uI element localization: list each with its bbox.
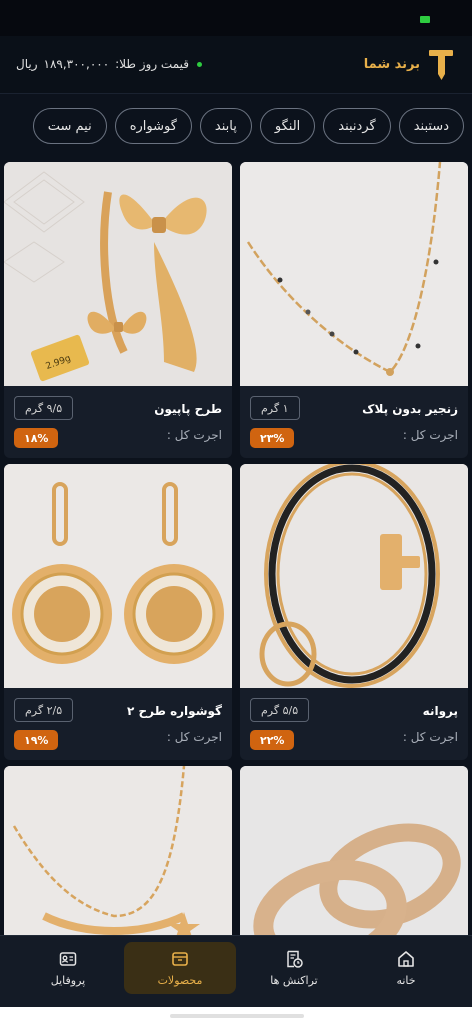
- product-info: پروانه ۵/۵ گرم اجرت کل : ۲۲%: [240, 688, 468, 760]
- fee-label: اجرت کل :: [166, 730, 222, 744]
- nav-profile[interactable]: پروفایل: [12, 942, 124, 994]
- brand-logo-icon: [429, 50, 453, 80]
- discount-badge: ۲۲%: [250, 730, 295, 750]
- category-bar: دستبند گردنبند النگو پابند گوشواره نیم س…: [0, 108, 472, 148]
- category-chip[interactable]: پابند: [199, 108, 252, 144]
- box-icon: [172, 951, 188, 966]
- fee-label: اجرت کل :: [402, 428, 458, 442]
- id-card-icon: [59, 951, 77, 966]
- product-name: زنجیر بدون پلاک: [362, 402, 458, 416]
- bangle-bracelet-image: [240, 464, 468, 688]
- star-necklace-image: [4, 766, 232, 935]
- live-dot-icon: [197, 61, 203, 67]
- nav-transactions[interactable]: تراکنش ها: [238, 942, 350, 994]
- discount-badge: ۱۸%: [14, 428, 59, 448]
- fee-label: اجرت کل :: [402, 730, 458, 744]
- gold-price: قیمت روز طلا: ۱۸۹,۳۰۰,۰۰۰ ریال: [16, 54, 203, 74]
- gold-price-label: قیمت روز طلا:: [115, 57, 190, 71]
- fee-label: اجرت کل :: [166, 428, 222, 442]
- product-weight: ۱ گرم: [250, 396, 300, 420]
- gold-price-value: ۱۸۹,۳۰۰,۰۰۰: [43, 57, 110, 71]
- product-name: پروانه: [422, 704, 458, 718]
- product-info: طرح پاپیون ۹/۵ گرم اجرت کل : ۱۸%: [4, 386, 232, 458]
- product-info: گوشواره طرح ۲ ۲/۵ گرم اجرت کل : ۱۹%: [4, 688, 232, 760]
- rings-image: [240, 766, 468, 935]
- receipt-clock-icon: [287, 950, 303, 968]
- home-icon: [398, 950, 414, 967]
- product-image: [4, 464, 232, 688]
- product-image: [240, 766, 468, 935]
- category-chip[interactable]: النگو: [259, 108, 316, 144]
- product-card[interactable]: [4, 766, 232, 935]
- category-chip[interactable]: دستبند: [398, 108, 464, 144]
- app-header: برند شما قیمت روز طلا: ۱۸۹,۳۰۰,۰۰۰ ریال: [0, 36, 472, 94]
- brand-name: برند شما: [363, 56, 420, 72]
- product-card[interactable]: 2.99g طرح پاپیون ۹/۵ گرم اجرت کل : ۱۸%: [4, 162, 232, 458]
- product-name: گوشواره طرح ۲: [126, 704, 222, 718]
- discount-badge: ۱۹%: [14, 730, 59, 750]
- chain-necklace-image: [240, 162, 468, 386]
- currency-label: ریال: [16, 57, 38, 71]
- product-weight: ۹/۵ گرم: [14, 396, 74, 420]
- status-bar: [0, 0, 472, 36]
- product-image: [240, 162, 468, 386]
- category-chip[interactable]: نیم ست: [32, 108, 107, 144]
- discount-badge: ۲۳%: [250, 428, 295, 448]
- home-indicator[interactable]: [170, 1014, 304, 1018]
- product-weight: ۵/۵ گرم: [250, 698, 310, 722]
- product-grid: زنجیر بدون پلاک ۱ گرم اجرت کل : ۲۳% 2.99…: [4, 160, 468, 935]
- nav-profile-label: پروفایل: [50, 973, 86, 987]
- brand[interactable]: برند شما: [364, 46, 454, 82]
- product-weight: ۲/۵ گرم: [14, 698, 74, 722]
- product-card[interactable]: زنجیر بدون پلاک ۱ گرم اجرت کل : ۲۳%: [240, 162, 468, 458]
- battery-icon: [420, 16, 430, 23]
- product-image: [240, 464, 468, 688]
- product-card[interactable]: پروانه ۵/۵ گرم اجرت کل : ۲۲%: [240, 464, 468, 760]
- bow-bangle-image: 2.99g: [4, 162, 232, 386]
- nav-products[interactable]: محصولات: [124, 942, 236, 994]
- bottom-nav: خانه تراکنش ها محصولات پروفایل: [0, 935, 472, 1007]
- product-card[interactable]: گوشواره طرح ۲ ۲/۵ گرم اجرت کل : ۱۹%: [4, 464, 232, 760]
- medallion-earrings-image: [4, 464, 232, 688]
- category-chip[interactable]: گردنبند: [323, 108, 391, 144]
- home-indicator-area: [0, 1007, 472, 1024]
- product-image: 2.99g: [4, 162, 232, 386]
- product-name: طرح پاپیون: [154, 402, 222, 416]
- nav-transactions-label: تراکنش ها: [270, 973, 318, 987]
- category-chip[interactable]: گوشواره: [114, 108, 192, 144]
- nav-home-label: خانه: [396, 973, 416, 987]
- product-info: زنجیر بدون پلاک ۱ گرم اجرت کل : ۲۳%: [240, 386, 468, 458]
- product-image: [4, 766, 232, 935]
- product-card[interactable]: [240, 766, 468, 935]
- nav-home[interactable]: خانه: [350, 942, 462, 994]
- nav-products-label: محصولات: [157, 973, 203, 987]
